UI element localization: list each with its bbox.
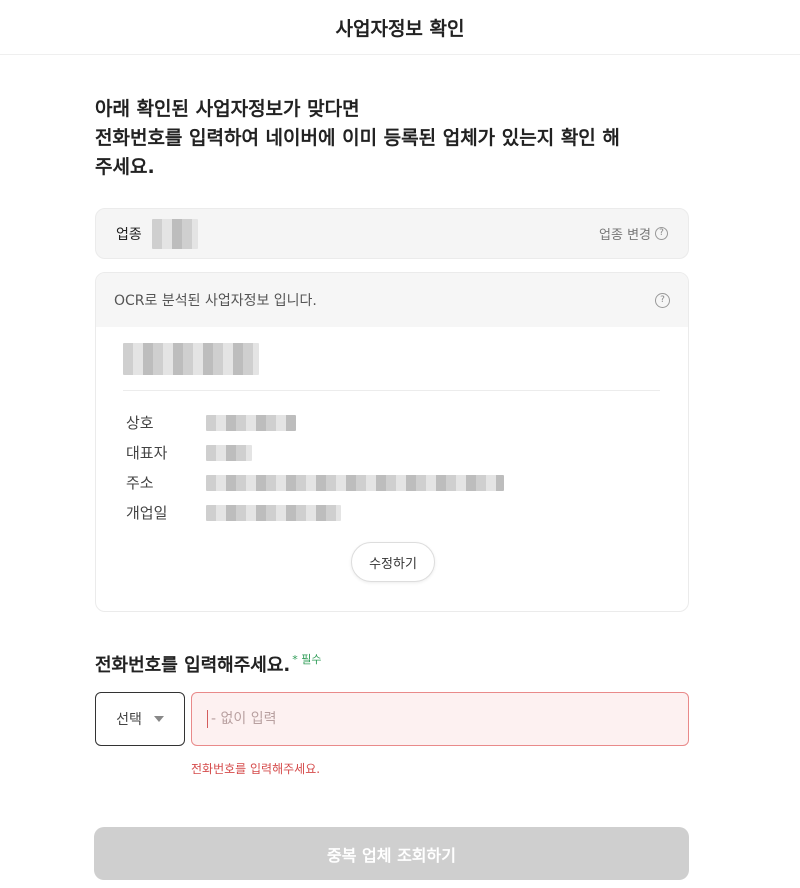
industry-change-label: 업종 변경 (599, 228, 651, 243)
business-name-redacted (123, 343, 259, 375)
phone-number-input[interactable] (210, 693, 688, 745)
info-label: 주소 (126, 474, 154, 492)
divider (123, 390, 660, 391)
page-title: 사업자정보 확인 (335, 17, 465, 40)
phone-section-title: 전화번호를 입력해주세요. * 필수 (95, 651, 322, 677)
help-icon[interactable]: ? (655, 292, 670, 308)
phone-error-message: 전화번호를 입력해주세요. (191, 762, 321, 776)
info-row-open-date: 개업일 (126, 502, 341, 523)
industry-value-redacted (151, 218, 198, 249)
chevron-down-icon (153, 716, 164, 722)
intro-line-1: 아래 확인된 사업자정보가 맞다면 (95, 98, 360, 120)
info-label: 대표자 (126, 444, 168, 462)
info-label: 개업일 (126, 504, 168, 522)
required-badge: * 필수 (292, 653, 322, 666)
info-value-redacted (206, 414, 296, 431)
area-code-select-label: 선택 (116, 712, 142, 728)
intro-text: 아래 확인된 사업자정보가 맞다면 전화번호를 입력하여 네이버에 이미 등록된… (95, 95, 715, 182)
phone-input-wrapper (191, 692, 689, 746)
intro-line-3: 주세요. (95, 156, 155, 178)
industry-change-link[interactable]: 업종 변경 ? (599, 224, 668, 243)
info-value-redacted (206, 504, 341, 521)
industry-box: 업종 업종 변경 ? (95, 208, 689, 259)
info-value-redacted (206, 444, 252, 461)
intro-line-2: 전화번호를 입력하여 네이버에 이미 등록된 업체가 있는지 확인 해 (95, 127, 620, 149)
ocr-header-text: OCR로 분석된 사업자정보 입니다. (114, 293, 317, 309)
info-value-redacted (206, 474, 504, 491)
info-row-address: 주소 (126, 472, 504, 493)
help-icon: ? (655, 227, 668, 240)
area-code-select[interactable]: 선택 (95, 692, 185, 746)
edit-button[interactable]: 수정하기 (351, 542, 435, 582)
text-cursor (207, 710, 208, 728)
info-row-representative: 대표자 (126, 442, 252, 463)
info-row-company: 상호 (126, 412, 296, 433)
phone-title-text: 전화번호를 입력해주세요. (95, 655, 291, 676)
check-duplicate-button[interactable]: 중복 업체 조회하기 (94, 827, 689, 880)
info-label: 상호 (126, 414, 154, 432)
ocr-info-card: OCR로 분석된 사업자정보 입니다. ? 상호 대표자 주소 개업일 수정하기 (95, 272, 689, 612)
page-header: 사업자정보 확인 (0, 0, 800, 55)
ocr-card-header: OCR로 분석된 사업자정보 입니다. ? (96, 273, 688, 327)
industry-label: 업종 (116, 226, 142, 243)
